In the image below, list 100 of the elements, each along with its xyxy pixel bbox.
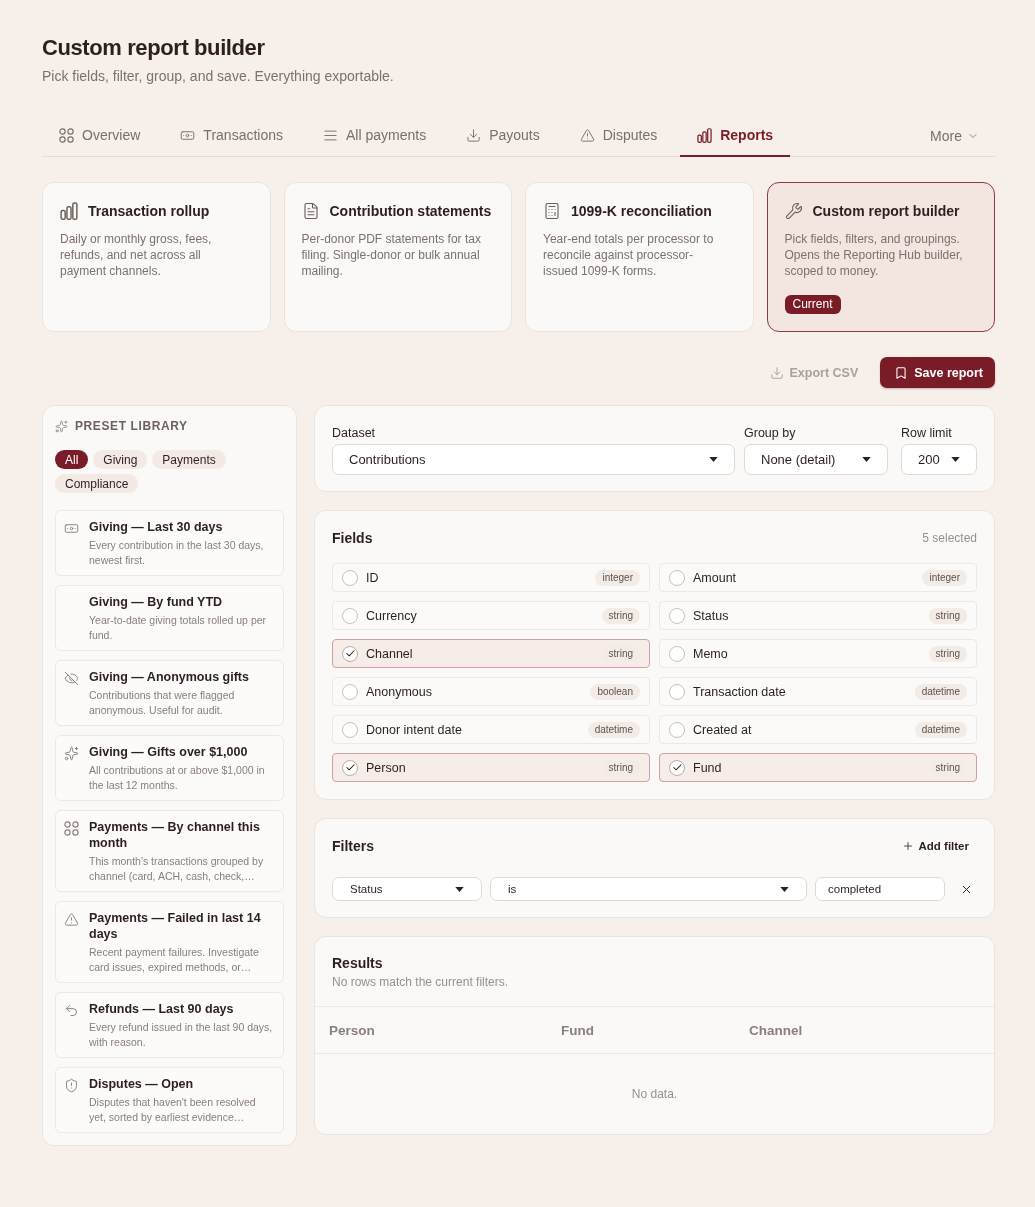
type-badge: string [928,607,967,624]
more-menu-button[interactable]: More [914,114,995,156]
field-option[interactable]: Currency string [332,601,650,630]
select-field[interactable]: 200 [901,444,977,475]
card-title: 1099-K reconciliation [571,202,712,221]
category-chip[interactable]: Compliance [55,474,139,493]
select-field[interactable]: None (detail) [744,444,888,475]
field-name: Status [693,608,730,623]
filter-field-select[interactable]: Status [332,877,482,901]
select-label: Row limit [901,426,952,441]
field-option[interactable]: Donor intent date datetime [332,715,650,744]
field-option[interactable]: Fund string [659,753,977,782]
field-name: Transaction date [693,684,787,699]
checkbox[interactable] [342,759,358,776]
checkbox[interactable] [342,607,358,624]
panel-title: Results [332,954,383,972]
preset-item[interactable]: Disputes — Open Disputes that haven't been resolved yet, sorted by earliest evidence… [55,1067,284,1133]
caret-icon [862,457,871,462]
type-badge: boolean [590,683,640,700]
field-option[interactable]: ID integer [332,563,650,592]
check-icon [671,762,683,773]
preset-description: Recent payment failures. Investigate card issues, expired methods, or… [89,945,260,975]
checkbox[interactable] [669,607,685,624]
field-option[interactable]: Anonymous boolean [332,677,650,706]
checkbox[interactable] [669,759,685,776]
field-option[interactable]: Memo string [659,639,977,668]
field-option[interactable]: Person string [332,753,650,782]
plus-icon [901,840,914,852]
checkbox[interactable] [669,721,685,738]
report-card[interactable]: 1099-K reconciliation Year-end totals per processor to reconcile against processor-issued 1099-K forms. [525,182,754,332]
field-name: Memo [693,646,729,661]
select-label: Dataset [332,426,376,441]
field-option[interactable]: Amount integer [659,563,977,592]
field-option[interactable]: Created at datetime [659,715,977,744]
preset-description: Contributions that were flagged anonymous. Useful for audit. [89,688,236,718]
column-header: Person [329,1022,375,1038]
preset-title: Payments — By channel this month [89,819,261,851]
grid-icon [59,127,74,143]
field-name: Amount [693,570,738,585]
field-name: Fund [693,760,723,775]
type-badge: datetime [914,683,967,700]
card-description: Daily or monthly gross, fees, refunds, and net across all payment channels. [60,231,213,279]
card-description: Per-donor PDF statements for tax filing. Single-donor or bulk annual mailing. [301,231,482,279]
type-badge: integer [595,569,640,586]
checkbox[interactable] [342,683,358,700]
value-input[interactable]: completed [815,877,945,901]
preset-item[interactable]: Payments — Failed in last 14 days Recent payment failures. Investigate card issues, expired methods, or… [55,901,284,983]
nav-tab[interactable]: Disputes [562,114,675,157]
type-badge: datetime [914,721,967,738]
page-title: Custom report builder [42,35,265,61]
preset-item[interactable]: Refunds — Last 90 days Every refund issued in the last 90 days, with reason. [55,992,284,1058]
preset-description: This month's transactions grouped by channel (card, ACH, cash, check,… [89,854,265,884]
field-option[interactable]: Channel string [332,639,650,668]
save-report-button[interactable]: Save report [880,357,995,388]
preset-item[interactable]: Payments — By channel this month This month's transactions grouped by channel (card, ACH, cash, check,… [55,810,284,892]
report-card[interactable]: Custom report builder Pick fields, filters, and groupings. Opens the Reporting Hub builder, scoped to money. Current [766,182,995,332]
preset-item[interactable]: Giving — Gifts over $1,000 All contributions at or above $1,000 in the last 12 months. [55,735,284,801]
category-chip[interactable]: All [55,450,89,469]
nav-tab[interactable]: Transactions [163,114,300,157]
field-name: ID [366,570,380,585]
operator-select[interactable]: is [490,877,807,901]
select-field[interactable]: Contributions [332,444,735,475]
sparkle-icon [55,419,68,433]
bar-chart-icon [60,202,78,220]
field-option[interactable]: Status string [659,601,977,630]
undo-arrow-icon [64,1003,79,1018]
category-chip[interactable]: Giving [93,450,148,469]
checkbox[interactable] [669,683,685,700]
add-filter-button[interactable]: Add filter [893,837,977,855]
preset-description: Every refund issued in the last 90 days, with reason. [89,1020,273,1050]
field-option[interactable]: Transaction date datetime [659,677,977,706]
preset-title: Giving — Gifts over $1,000 [89,744,248,760]
preset-item[interactable]: Giving — By fund YTD Year-to-date giving totals rolled up per fund. [55,585,284,651]
checkbox[interactable] [669,569,685,586]
nav-tab[interactable]: Reports [680,114,791,157]
report-card[interactable]: Contribution statements Per-donor PDF statements for tax filing. Single-donor or bulk annual mailing. [283,182,512,332]
nav-tab[interactable]: Overview [42,114,158,157]
card-title: Contribution statements [329,202,492,221]
card-description: Pick fields, filters, and groupings. Opens the Reporting Hub builder, scoped to money. [784,231,964,279]
report-card[interactable]: Transaction rollup Daily or monthly gross, fees, refunds, and net across all payment channels. [42,182,271,332]
nav-tab[interactable]: All payments [306,114,444,157]
caret-icon [455,886,464,892]
page-subtitle: Pick fields, filter, group, and save. Everything exportable. [42,67,394,85]
eye-off-icon [64,671,79,686]
document-icon [301,202,320,220]
nav-tab[interactable]: Payouts [449,114,557,157]
preset-description: Disputes that haven't been resolved yet, sorted by earliest evidence… [89,1095,257,1125]
preset-title: Disputes — Open [89,1076,194,1092]
field-name: Donor intent date [366,722,463,737]
caret-icon [951,457,960,462]
type-badge: integer [922,569,967,586]
checkbox[interactable] [342,569,358,586]
checkbox[interactable] [342,645,358,662]
checkbox[interactable] [342,721,358,738]
checkbox[interactable] [669,645,685,662]
preset-item[interactable]: Giving — Anonymous gifts Contributions that were flagged anonymous. Useful for audit. [55,660,284,726]
category-chip[interactable]: Payments [152,450,226,469]
preset-item[interactable]: Giving — Last 30 days Every contribution in the last 30 days, newest first. [55,510,284,576]
preset-description: All contributions at or above $1,000 in the last 12 months. [89,763,266,793]
type-badge: string [928,645,967,662]
